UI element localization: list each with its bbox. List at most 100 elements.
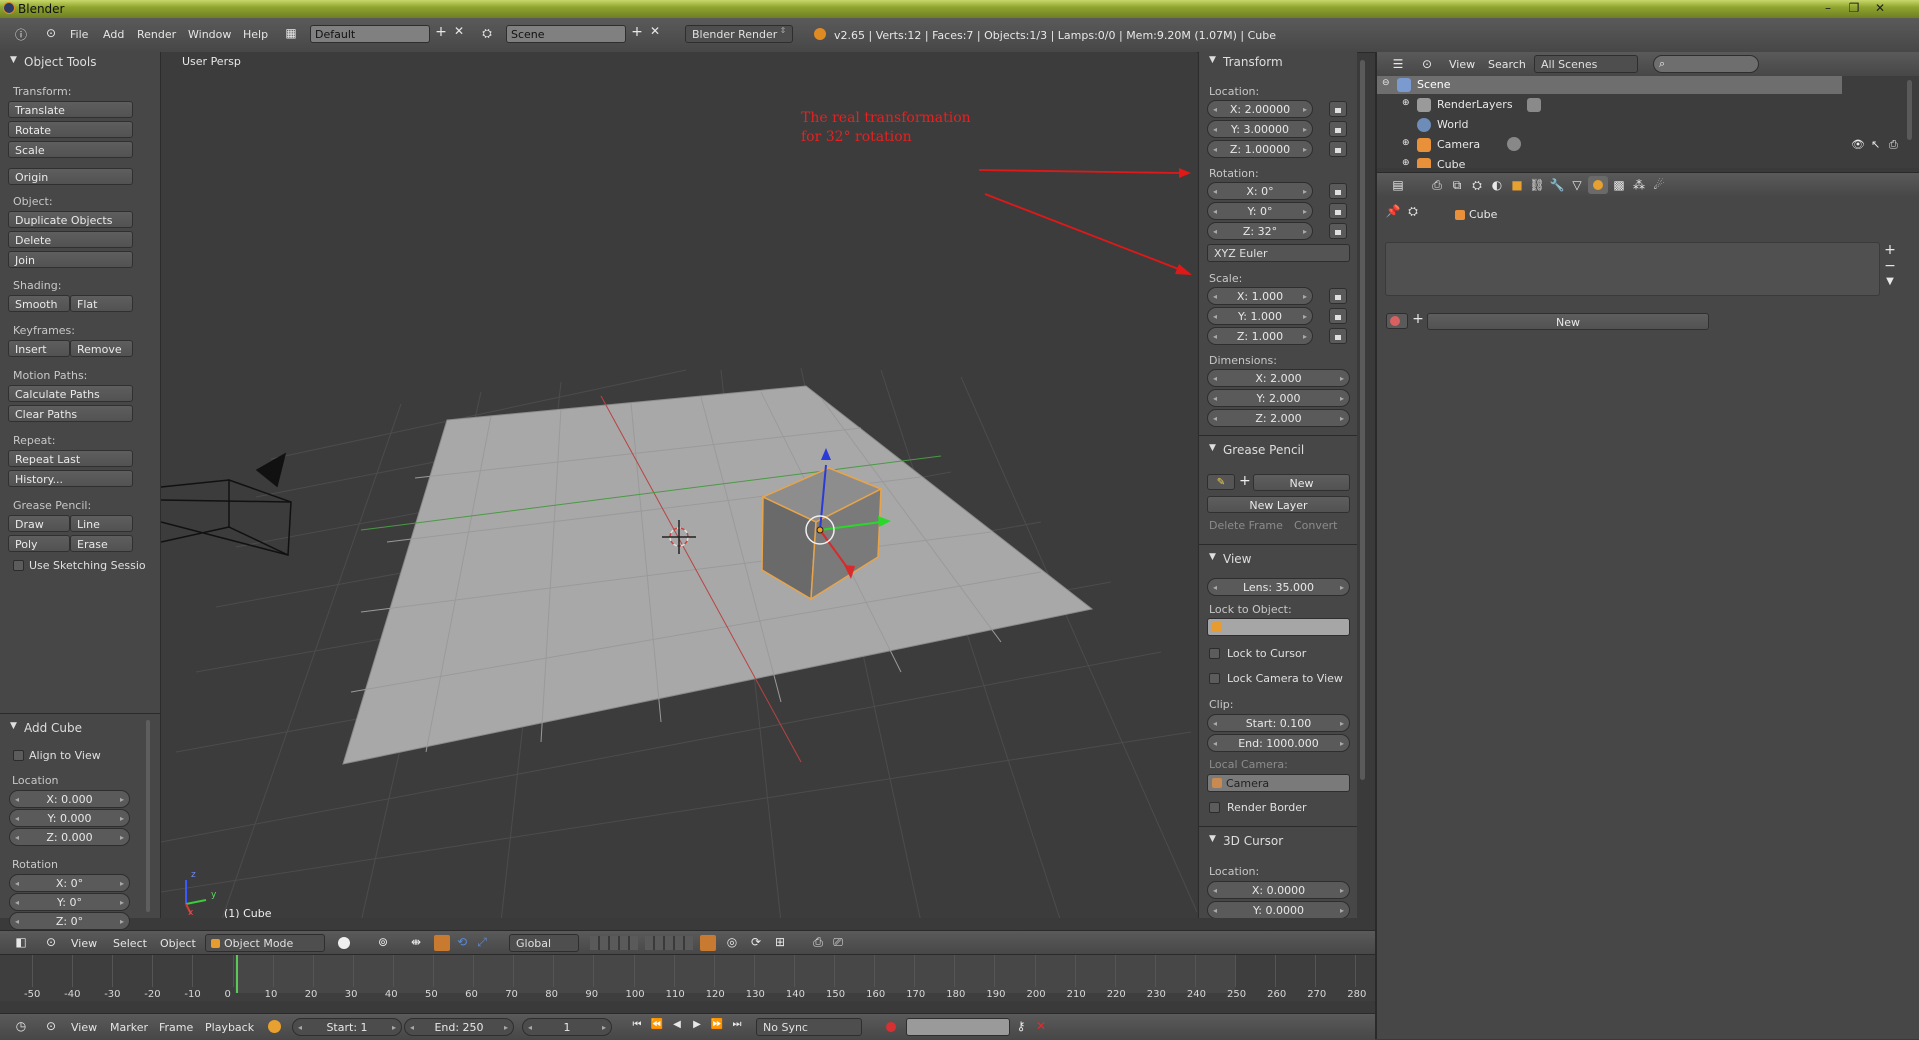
3d-view-menu-select[interactable]: Select (113, 937, 147, 950)
insert-keyframe-icon[interactable]: ⚷ (1014, 1019, 1028, 1033)
layers-grid-right[interactable] (645, 936, 693, 950)
erase-button[interactable]: Erase (70, 535, 133, 552)
lock-camera-checkbox[interactable] (1209, 673, 1220, 684)
proportional-edit-icon[interactable]: ◎ (724, 935, 740, 949)
outliner-row-renderlayers[interactable]: ⊕ RenderLayers (1377, 96, 1919, 114)
physics-tab-icon[interactable]: ☄ (1651, 178, 1667, 192)
outliner-scrollbar[interactable] (1907, 80, 1912, 140)
outliner-collapse-icon[interactable]: ⊙ (1421, 57, 1433, 71)
snap-icon[interactable]: ⟳ (748, 935, 764, 949)
expand-icon[interactable]: ⊕ (1402, 158, 1410, 168)
lock-scale-y-icon[interactable] (1329, 308, 1347, 324)
outliner-editor-icon[interactable]: ☰ (1389, 57, 1407, 71)
gp-delete-frame-button[interactable]: Delete Frame (1209, 519, 1283, 532)
transform-orientation-select[interactable]: Global (509, 934, 579, 952)
pin-icon[interactable]: 📌 (1385, 204, 1401, 218)
snap-element-icon[interactable]: ⊞ (772, 935, 788, 949)
menu-file[interactable]: File (70, 28, 88, 41)
render-anim-icon[interactable]: ⎚ (830, 935, 846, 950)
render-engine-select[interactable]: Blender Render (685, 25, 793, 43)
flat-button[interactable]: Flat (70, 295, 133, 312)
lock-rotation-x-icon[interactable] (1329, 183, 1347, 199)
outliner-menu-view[interactable]: View (1449, 58, 1475, 71)
outliner-search-field[interactable]: ⌕ (1653, 55, 1759, 73)
manipulator-toggle-icon[interactable]: ⇼ (407, 935, 425, 949)
lock-rotation-y-icon[interactable] (1329, 203, 1347, 219)
scene-tab-icon[interactable]: ⛭ (1469, 178, 1485, 193)
translate-manipulator-icon[interactable] (434, 935, 450, 951)
render-opengl-icon[interactable]: ⎙ (810, 935, 826, 950)
join-button[interactable]: Join (8, 251, 133, 268)
particles-tab-icon[interactable]: ⁂ (1631, 178, 1647, 192)
pivot-point-icon[interactable]: ⊚ (374, 935, 392, 949)
visibility-eye-icon[interactable]: 👁 (1851, 138, 1865, 151)
delete-button[interactable]: Delete (8, 231, 133, 248)
menu-window[interactable]: Window (188, 28, 231, 41)
transform-panel-header[interactable]: ▼ Transform (1199, 52, 1357, 72)
add-scene-icon[interactable]: + (630, 24, 644, 40)
lock-location-x-icon[interactable] (1329, 101, 1347, 117)
current-frame-field[interactable]: ◂ 1 ▸ (522, 1018, 612, 1036)
cursor-y-field[interactable]: ◂ Y: 0.0000 ▸ (1207, 901, 1350, 918)
layers-grid-left[interactable] (590, 936, 638, 950)
outliner-row-camera[interactable]: ⊕ Camera 👁 ↖ ⎙ (1377, 136, 1919, 154)
properties-editor-icon[interactable]: ▤ (1389, 178, 1407, 192)
scale-y-field[interactable]: ◂ Y: 1.000 ▸ (1207, 307, 1313, 325)
clip-end-field[interactable]: ◂ End: 1000.000 ▸ (1207, 734, 1350, 752)
rotation-y-field[interactable]: ◂ Y: 0° ▸ (1207, 202, 1313, 220)
maximize-icon[interactable]: ❐ (1846, 1, 1862, 15)
material-browse-icon[interactable] (1386, 313, 1408, 329)
rotation-x-field[interactable]: ◂ X: 0° ▸ (1207, 182, 1313, 200)
clear-paths-button[interactable]: Clear Paths (8, 405, 133, 422)
draw-button[interactable]: Draw (8, 515, 70, 532)
outliner-row-cube[interactable]: ⊕ Cube (1377, 156, 1919, 168)
scale-manipulator-icon[interactable]: ⤢ (474, 935, 490, 950)
outliner-row-scene[interactable]: ⊖ Scene (1377, 76, 1842, 94)
expand-icon[interactable]: ⊖ (1382, 78, 1390, 88)
lock-rotation-z-icon[interactable] (1329, 223, 1347, 239)
dimension-x-field[interactable]: ◂ X: 2.000 ▸ (1207, 369, 1350, 387)
remove-keyframe-button[interactable]: Remove (70, 340, 133, 357)
timeline-menu-frame[interactable]: Frame (159, 1021, 193, 1034)
rotate-button[interactable]: Rotate (8, 121, 133, 138)
add-cube-loc-y[interactable]: ◂ Y: 0.000 ▸ (9, 809, 130, 827)
cursor-x-field[interactable]: ◂ X: 0.0000 ▸ (1207, 881, 1350, 899)
3d-view-menu-object[interactable]: Object (160, 937, 196, 950)
lens-field[interactable]: ◂ Lens: 35.000 ▸ (1207, 578, 1350, 596)
3d-view-menu-view[interactable]: View (71, 937, 97, 950)
texture-tab-icon[interactable]: ▩ (1611, 178, 1627, 192)
tool-shelf-scrollbar[interactable] (146, 720, 150, 912)
calculate-paths-button[interactable]: Calculate Paths (8, 385, 133, 402)
material-tab-icon[interactable] (1588, 176, 1608, 194)
lock-camera-layers-icon[interactable] (700, 935, 716, 951)
rotate-manipulator-icon[interactable]: ⟲ (454, 935, 470, 949)
screen-layout-icon[interactable]: ▦ (282, 26, 300, 40)
insert-keyframe-button[interactable]: Insert (8, 340, 70, 357)
editor-type-icon[interactable]: ⓘ (12, 26, 30, 43)
3d-cursor-panel-header[interactable]: ▼ 3D Cursor (1199, 831, 1357, 851)
history-button[interactable]: History... (8, 470, 133, 487)
world-tab-icon[interactable]: ◐ (1489, 178, 1505, 192)
timeline-area[interactable]: -50 -40 -30 -20 -10 0 10 20 30 40 50 60 70 80 90 100 110… (0, 954, 1375, 1001)
remove-material-slot-icon[interactable]: − (1883, 258, 1897, 274)
align-to-view-checkbox[interactable] (13, 750, 24, 761)
add-cube-loc-z[interactable]: ◂ Z: 0.000 ▸ (9, 828, 130, 846)
lock-object-field[interactable] (1207, 618, 1350, 636)
line-button[interactable]: Line (70, 515, 133, 532)
jump-end-icon[interactable]: ⏭ (730, 1019, 744, 1030)
outliner-display-mode-select[interactable]: All Scenes (1534, 55, 1638, 73)
menu-help[interactable]: Help (243, 28, 268, 41)
local-camera-field[interactable]: Camera (1207, 774, 1350, 792)
add-cube-header[interactable]: ▼ Add Cube (0, 718, 160, 738)
material-specials-icon[interactable]: ▼ (1883, 276, 1897, 287)
new-material-button[interactable]: New (1427, 313, 1709, 330)
timeline-current-frame-line[interactable] (236, 955, 238, 993)
lock-location-z-icon[interactable] (1329, 141, 1347, 157)
timeline-menu-playback[interactable]: Playback (205, 1021, 254, 1034)
timeline-menu-view[interactable]: View (71, 1021, 97, 1034)
smooth-button[interactable]: Smooth (8, 295, 70, 312)
expand-icon[interactable]: ⊕ (1402, 138, 1410, 148)
add-cube-loc-x[interactable]: ◂ X: 0.000 ▸ (9, 790, 130, 808)
add-cube-rot-x[interactable]: ◂ X: 0° ▸ (9, 874, 130, 892)
constraints-tab-icon[interactable]: ⛓ (1529, 178, 1545, 192)
